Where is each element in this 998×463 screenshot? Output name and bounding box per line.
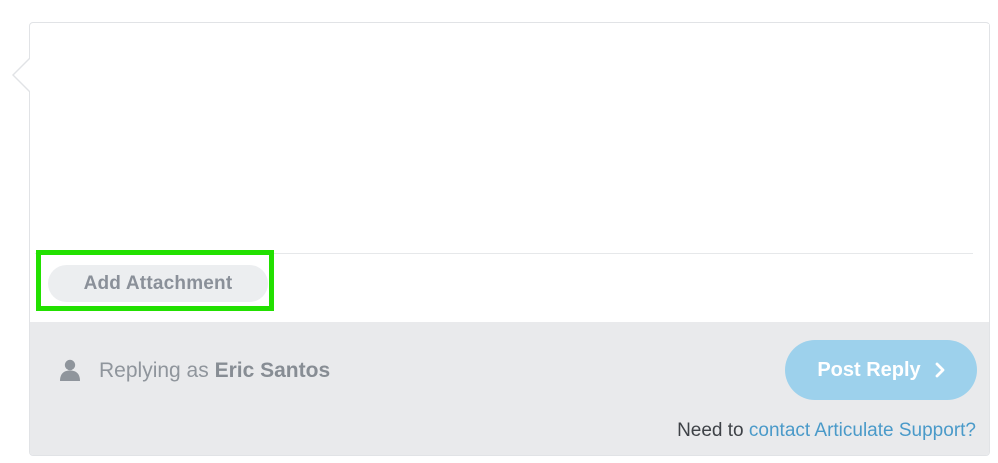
user-name: Eric Santos (214, 359, 331, 382)
replying-as-text: Replying as Eric Santos (99, 359, 330, 383)
replying-prefix: Replying as (99, 359, 209, 382)
contact-support-link[interactable]: contact Articulate Support? (749, 420, 976, 441)
support-prefix: Need to (677, 420, 744, 441)
reply-card: Add Attachment Replying as Eric Santos P… (14, 22, 990, 456)
support-line: Need to contact Articulate Support? (677, 420, 976, 442)
user-icon (60, 359, 80, 381)
chevron-right-icon (935, 362, 945, 378)
reply-footer: Replying as Eric Santos Post Reply Need … (30, 322, 989, 455)
add-attachment-button[interactable]: Add Attachment (48, 265, 268, 302)
bubble-pointer-fill (14, 59, 30, 91)
post-reply-label: Post Reply (817, 358, 921, 381)
post-reply-button[interactable]: Post Reply (785, 340, 977, 400)
reply-editor[interactable] (31, 24, 989, 252)
